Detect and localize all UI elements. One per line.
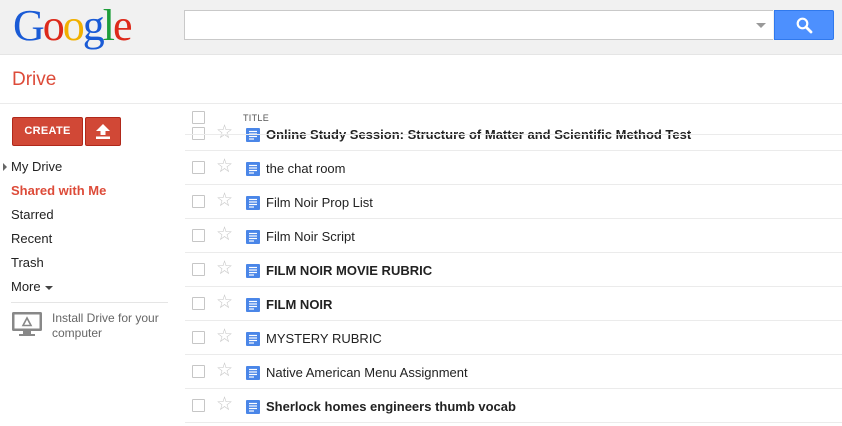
upload-button[interactable] [85,117,121,146]
sidebar-item-label: My Drive [11,159,63,174]
sidebar-item-label: Starred [11,207,54,222]
file-row[interactable]: ☆ FILM NOIR MOVIE RUBRIC [185,253,842,287]
file-title[interactable]: FILM NOIR MOVIE RUBRIC [266,263,432,278]
sidebar-item-more[interactable]: More [0,275,168,299]
file-title[interactable]: Sherlock homes engineers thumb vocab [266,399,516,414]
star-icon[interactable]: ☆ [216,360,233,382]
upload-icon [96,124,110,139]
row-checkbox[interactable] [192,331,205,344]
file-title[interactable]: Native American Menu Assignment [266,365,468,380]
sidebar-item-label: Trash [11,255,44,270]
file-title[interactable]: Film Noir Script [266,229,355,244]
search-button[interactable] [774,10,834,40]
search-input[interactable] [185,11,745,39]
select-all-checkbox[interactable] [192,111,205,124]
sidebar-divider [11,302,168,303]
sidebar-item-recent[interactable]: Recent [0,227,168,251]
logo-letter: o [42,1,65,50]
document-icon [246,298,260,312]
document-icon [246,332,260,346]
row-checkbox[interactable] [192,263,205,276]
app-title[interactable]: Drive [12,69,56,91]
sidebar-item-shared-with-me[interactable]: Shared with Me [0,179,168,203]
file-title[interactable]: Film Noir Prop List [266,195,373,210]
chevron-down-icon [44,285,53,290]
file-row[interactable]: ☆ Film Noir Script [185,219,842,253]
logo-letter: l [102,1,115,50]
sidebar-item-label: Recent [11,231,53,246]
star-icon[interactable]: ☆ [216,326,233,348]
google-logo[interactable]: Google [13,1,132,50]
create-button[interactable]: CREATE [12,117,83,146]
row-checkbox[interactable] [192,365,205,378]
document-icon [246,366,260,380]
row-checkbox[interactable] [192,297,205,310]
drive-desktop-icon [12,312,42,336]
star-icon[interactable]: ☆ [216,224,233,246]
file-row[interactable]: ☆ Native American Menu Assignment [185,355,842,389]
install-drive-label[interactable]: Install Drive for your computer [52,311,177,341]
sidebar-item-my-drive[interactable]: My Drive [0,155,168,179]
sidebar-item-trash[interactable]: Trash [0,251,168,275]
row-checkbox[interactable] [192,399,205,412]
star-icon[interactable]: ☆ [216,394,233,416]
star-icon[interactable]: ☆ [216,190,233,212]
row-checkbox[interactable] [192,161,205,174]
document-icon [246,162,260,176]
file-title[interactable]: MYSTERY RUBRIC [266,331,382,346]
file-row[interactable]: ☆ the chat room [185,151,842,185]
top-bar: Google [0,0,842,55]
row-checkbox[interactable] [192,229,205,242]
logo-letter: g [82,1,105,50]
document-icon [246,230,260,244]
file-row[interactable]: ☆ MYSTERY RUBRIC [185,321,842,355]
file-list-header: TITLE [185,104,842,135]
file-row[interactable]: ☆ Film Noir Prop List [185,185,842,219]
star-icon[interactable]: ☆ [216,258,233,280]
star-icon[interactable]: ☆ [216,292,233,314]
row-checkbox[interactable] [192,195,205,208]
sidebar-item-starred[interactable]: Starred [0,203,168,227]
sidebar-nav: My Drive Shared with Me Starred Recent T… [0,155,168,299]
column-header-title[interactable]: TITLE [243,113,269,123]
file-list: ☆ Online Study Session: Structure of Matt… [185,124,842,426]
logo-letter: o [62,1,85,50]
expand-arrow-icon[interactable] [3,163,7,171]
logo-letter: G [13,1,45,50]
logo-letter: e [113,1,132,50]
document-icon [246,196,260,210]
search-box[interactable] [184,10,773,40]
file-row[interactable]: ☆ Sherlock homes engineers thumb vocab [185,389,842,423]
file-title[interactable]: the chat room [266,161,346,176]
file-row[interactable]: ☆ FILM NOIR [185,287,842,321]
document-icon [246,264,260,278]
search-icon [796,17,813,34]
sidebar-item-label: Shared with Me [11,183,107,198]
file-title[interactable]: FILM NOIR [266,297,332,312]
document-icon [246,400,260,414]
search-options-chevron-icon[interactable] [756,23,766,28]
star-icon[interactable]: ☆ [216,156,233,178]
sidebar-item-label: More [11,279,41,294]
